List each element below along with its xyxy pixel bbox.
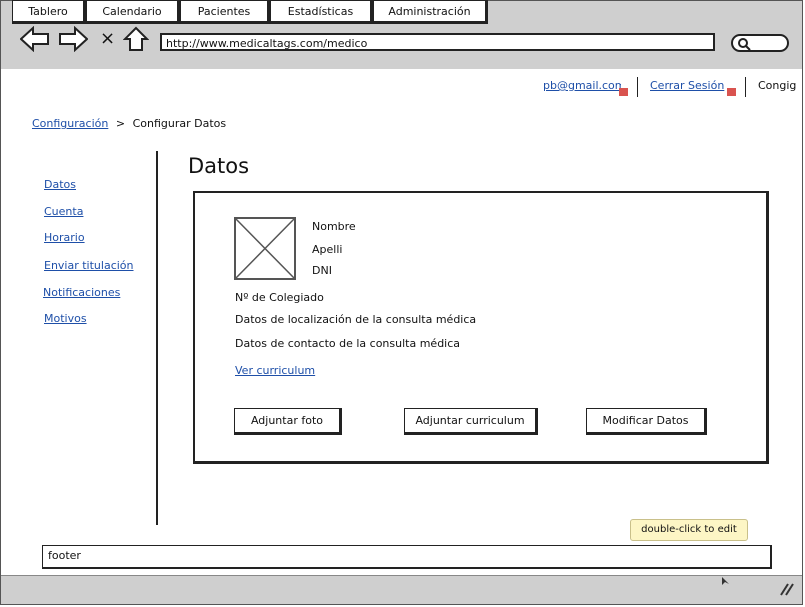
home-icon[interactable]	[123, 26, 149, 52]
divider	[745, 77, 746, 97]
breadcrumb-separator: >	[115, 117, 126, 130]
breadcrumb-current: Configurar Datos	[132, 117, 227, 130]
edit-tooltip: double-click to edit	[630, 519, 748, 541]
nombre-label: Nombre	[312, 220, 356, 233]
adjuntar-curriculum-button[interactable]: Adjuntar curriculum	[404, 408, 538, 435]
search-box[interactable]	[731, 34, 789, 52]
divider	[637, 77, 638, 97]
breadcrumb: Configuración > Configurar Datos	[32, 117, 226, 130]
ver-curriculum-link[interactable]: Ver curriculum	[235, 364, 315, 377]
dni-label: DNI	[312, 264, 332, 277]
resize-grip-icon[interactable]	[779, 582, 795, 596]
flag-icon	[727, 88, 736, 96]
sidebar-item-horario[interactable]: Horario	[44, 231, 85, 244]
tab-pacientes[interactable]: Pacientes	[180, 0, 270, 24]
sidebar-item-cuenta[interactable]: Cuenta	[44, 205, 83, 218]
colegiado-label: Nº de Colegiado	[235, 291, 324, 304]
sidebar-item-datos[interactable]: Datos	[44, 178, 76, 191]
breadcrumb-configuracion[interactable]: Configuración	[32, 117, 108, 130]
address-bar[interactable]: http://www.medicaltags.com/medico	[160, 33, 715, 51]
photo-placeholder-image	[234, 217, 296, 280]
sidebar-item-notificaciones[interactable]: Notificaciones	[43, 286, 120, 299]
localizacion-label: Datos de localización de la consulta méd…	[235, 313, 477, 326]
status-bar	[1, 575, 802, 604]
tab-calendario[interactable]: Calendario	[86, 0, 180, 24]
back-arrow-icon[interactable]	[20, 26, 50, 52]
footer: footer	[42, 545, 772, 569]
adjuntar-foto-button[interactable]: Adjuntar foto	[234, 408, 342, 435]
sidebar-divider	[156, 151, 158, 525]
apellido-label: Apelli	[312, 243, 343, 256]
logout-link[interactable]: Cerrar Sesión	[650, 79, 728, 92]
config-link[interactable]: Congig	[758, 79, 796, 92]
tab-tablero[interactable]: Tablero	[12, 0, 86, 24]
page-title: Datos	[188, 154, 250, 178]
tab-estadisticas[interactable]: Estadísticas	[270, 0, 373, 24]
flag-icon	[619, 88, 628, 96]
contacto-label: Datos de contacto de la consulta médica	[235, 337, 461, 350]
cursor-icon	[722, 577, 729, 585]
search-icon	[738, 38, 751, 51]
sidebar-item-motivos[interactable]: Motivos	[44, 312, 87, 325]
stop-icon[interactable]: ×	[100, 28, 115, 49]
forward-arrow-icon[interactable]	[58, 26, 88, 52]
tab-administracion[interactable]: Administración	[373, 0, 488, 24]
modificar-datos-button[interactable]: Modificar Datos	[586, 408, 707, 435]
sidebar-item-enviar-titulacion[interactable]: Enviar titulación	[44, 259, 134, 272]
user-email-link[interactable]: pb@gmail.com	[543, 79, 621, 92]
